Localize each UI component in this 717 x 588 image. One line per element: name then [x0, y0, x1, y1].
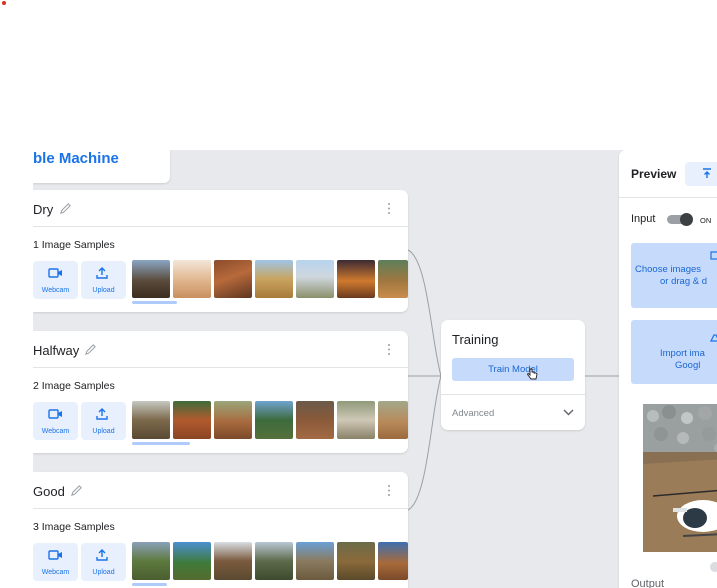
pencil-icon[interactable] [70, 484, 83, 497]
webcam-icon [48, 268, 62, 278]
chevron-down-icon [563, 409, 574, 416]
train-model-label: Train Model [488, 364, 538, 375]
preview-panel: Preview Input ON Choose images or drag &… [619, 150, 717, 588]
upload-label: Upload [92, 569, 115, 576]
training-title: Training [452, 332, 499, 347]
input-toggle[interactable] [667, 213, 693, 226]
preview-input-image [643, 404, 717, 552]
class-header: Dry [33, 190, 408, 227]
sample-thumbnail[interactable] [255, 260, 293, 298]
export-model-button[interactable] [685, 162, 717, 186]
pencil-icon[interactable] [59, 202, 72, 215]
app-title: ble Machine [33, 150, 119, 167]
file-icon [710, 251, 717, 260]
training-panel: Training Train Model Advanced [441, 320, 585, 430]
export-icon [703, 168, 711, 178]
webcam-label: Webcam [41, 428, 70, 435]
sample-thumbnail[interactable] [173, 260, 211, 298]
upload-icon [96, 549, 108, 561]
upload-label: Upload [92, 428, 115, 435]
sample-thumbnail[interactable] [173, 401, 211, 439]
sample-thumbnail[interactable] [378, 260, 408, 298]
choose-images-dropzone[interactable]: Choose images or drag & d [631, 243, 717, 308]
pencil-icon[interactable] [84, 343, 97, 356]
screen: ble Machine Dry 1 Image Samples Webcam U… [0, 0, 717, 588]
sample-thumbnail[interactable] [378, 401, 408, 439]
class-card-good: Good 3 Image Samples Webcam Upload [33, 472, 408, 588]
advanced-label: Advanced [452, 408, 495, 419]
upload-icon [96, 408, 108, 420]
sample-thumbnail[interactable] [214, 401, 252, 439]
sample-thumbnail[interactable] [132, 401, 170, 439]
sample-thumbnail[interactable] [337, 542, 375, 580]
sample-count: 1 Image Samples [33, 239, 115, 251]
upload-icon [96, 267, 108, 279]
webcam-label: Webcam [41, 287, 70, 294]
dropzone-line-1: Choose images [635, 264, 702, 275]
app-title-card: ble Machine [33, 150, 170, 183]
sample-thumbnail[interactable] [296, 401, 334, 439]
sample-count: 2 Image Samples [33, 380, 115, 392]
webcam-button[interactable]: Webcam [33, 261, 78, 299]
more-vert-icon[interactable] [387, 202, 391, 215]
train-model-button[interactable]: Train Model [452, 358, 574, 381]
toggle-state-label: ON [700, 216, 712, 225]
input-label: Input [631, 213, 656, 225]
slider-handle[interactable] [710, 562, 717, 572]
output-label: Output [631, 578, 665, 588]
sample-thumbnail[interactable] [214, 260, 252, 298]
helicopter-photo [643, 404, 717, 552]
import-line-1: Import ima [660, 348, 705, 359]
sample-thumbnail[interactable] [255, 401, 293, 439]
class-name[interactable]: Good [33, 484, 65, 499]
sample-thumbnail[interactable] [214, 542, 252, 580]
sample-thumbnail[interactable] [132, 260, 170, 298]
sample-thumbnail[interactable] [337, 401, 375, 439]
upload-button[interactable]: Upload [81, 543, 126, 581]
upload-label: Upload [92, 287, 115, 294]
drive-icon [710, 334, 717, 342]
divider [619, 197, 717, 198]
class-card-dry: Dry 1 Image Samples Webcam Upload [33, 190, 408, 312]
thumbnail-scrollbar[interactable] [132, 442, 190, 445]
thumbnail-scrollbar[interactable] [132, 583, 167, 586]
upload-button[interactable]: Upload [81, 402, 126, 440]
thumbnail-scrollbar[interactable] [132, 301, 177, 304]
sample-thumbnail[interactable] [255, 542, 293, 580]
recording-dot [2, 1, 6, 5]
advanced-toggle[interactable]: Advanced [441, 394, 585, 430]
sample-thumbnail[interactable] [378, 542, 408, 580]
sample-thumbnail[interactable] [132, 542, 170, 580]
import-line-2: Googl [675, 360, 701, 371]
workspace-canvas: ble Machine Dry 1 Image Samples Webcam U… [33, 150, 717, 588]
preview-title: Preview [631, 167, 677, 181]
toggle-knob [680, 213, 693, 226]
webcam-button[interactable]: Webcam [33, 402, 78, 440]
dropzone-line-2: or drag & d [660, 276, 707, 287]
sample-thumbnail[interactable] [337, 260, 375, 298]
class-header: Halfway [33, 331, 408, 368]
more-vert-icon[interactable] [387, 484, 391, 497]
webcam-label: Webcam [41, 569, 70, 576]
import-drive-button[interactable]: Import ima Googl [631, 320, 717, 384]
sample-thumbnail[interactable] [296, 260, 334, 298]
class-card-halfway: Halfway 2 Image Samples Webcam Upload [33, 331, 408, 453]
sample-thumbnail[interactable] [296, 542, 334, 580]
upload-button[interactable]: Upload [81, 261, 126, 299]
class-name[interactable]: Halfway [33, 343, 79, 358]
webcam-icon [48, 409, 62, 419]
sample-count: 3 Image Samples [33, 521, 115, 533]
class-name[interactable]: Dry [33, 202, 53, 217]
webcam-button[interactable]: Webcam [33, 543, 78, 581]
more-vert-icon[interactable] [387, 343, 391, 356]
hand-cursor-icon [527, 368, 538, 380]
webcam-icon [48, 550, 62, 560]
sample-thumbnail[interactable] [173, 542, 211, 580]
class-header: Good [33, 472, 408, 509]
